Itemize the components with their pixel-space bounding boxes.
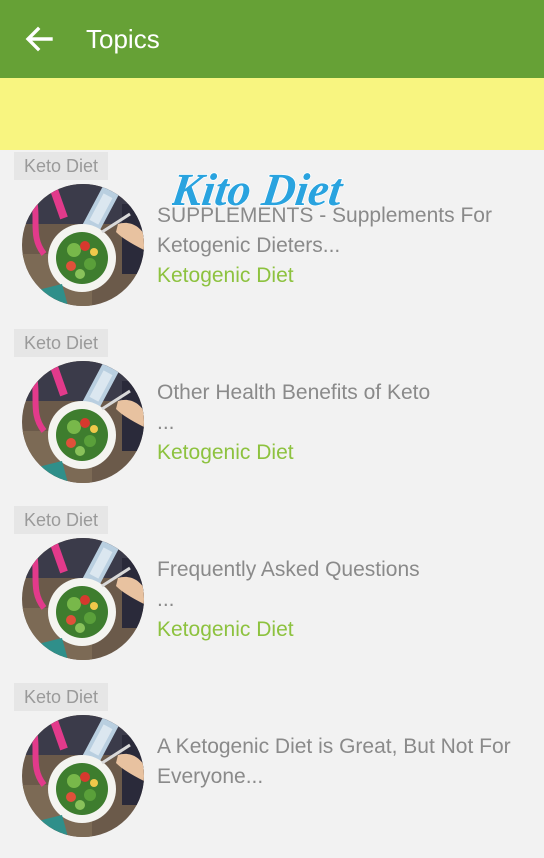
- item-title: A Ketogenic Diet is Great, But Not For: [157, 735, 511, 758]
- item-title-cont: Everyone...: [157, 765, 264, 788]
- item-title-cont: Ketogenic Dieters...: [157, 234, 341, 257]
- banner: Kito Diet: [0, 78, 544, 216]
- topic-list: Keto Diet SUPPLEMENTS - Supplements For …: [0, 150, 544, 858]
- item-category: Ketogenic Diet: [157, 618, 294, 641]
- item-title-cont: ...: [157, 411, 175, 434]
- category-tag: Keto Diet: [14, 329, 109, 357]
- item-title: SUPPLEMENTS - Supplements For: [157, 204, 492, 227]
- app-bar: Topics: [0, 0, 544, 78]
- page-title: Topics: [86, 24, 160, 54]
- list-item[interactable]: Keto Diet Other Health Benefits of Keto …: [0, 327, 544, 504]
- list-item[interactable]: Keto Diet Frequently Asked Questions ...…: [0, 504, 544, 681]
- arrow-left-icon: [25, 26, 53, 52]
- list-item[interactable]: Keto Diet SUPPLEMENTS - Supplements For …: [0, 150, 544, 327]
- category-tag: Keto Diet: [14, 506, 109, 534]
- item-title: Other Health Benefits of Keto: [157, 381, 431, 404]
- thumbnail: [22, 184, 144, 306]
- item-title-cont: ...: [157, 588, 175, 611]
- thumbnail: [22, 538, 144, 660]
- item-title: Frequently Asked Questions: [157, 558, 420, 581]
- thumbnail: [22, 361, 144, 483]
- category-tag: Keto Diet: [14, 683, 109, 711]
- item-category: Ketogenic Diet: [157, 441, 294, 464]
- list-item[interactable]: Keto Diet A Ketogenic Diet is Great, But…: [0, 681, 544, 858]
- item-category: [157, 792, 537, 822]
- thumbnail: [22, 715, 144, 837]
- item-category: Ketogenic Diet: [157, 264, 294, 287]
- category-tag: Keto Diet: [14, 152, 109, 180]
- back-button[interactable]: [24, 25, 54, 53]
